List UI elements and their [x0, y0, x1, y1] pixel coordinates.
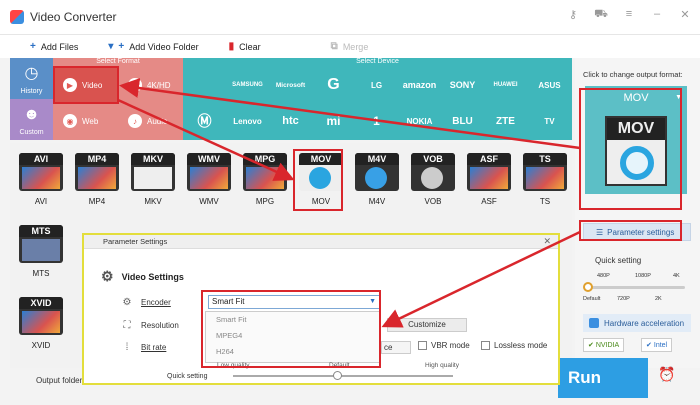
annotation-arrows [117, 78, 581, 328]
arrow-output-to-video [119, 78, 581, 150]
app-window: Video Converter ⚷ ⛟ ≡ – ✕ + Add Files ▾ … [0, 0, 700, 405]
arrow-params-to-encoder [381, 230, 581, 328]
arrow-video-to-mov [117, 98, 295, 181]
